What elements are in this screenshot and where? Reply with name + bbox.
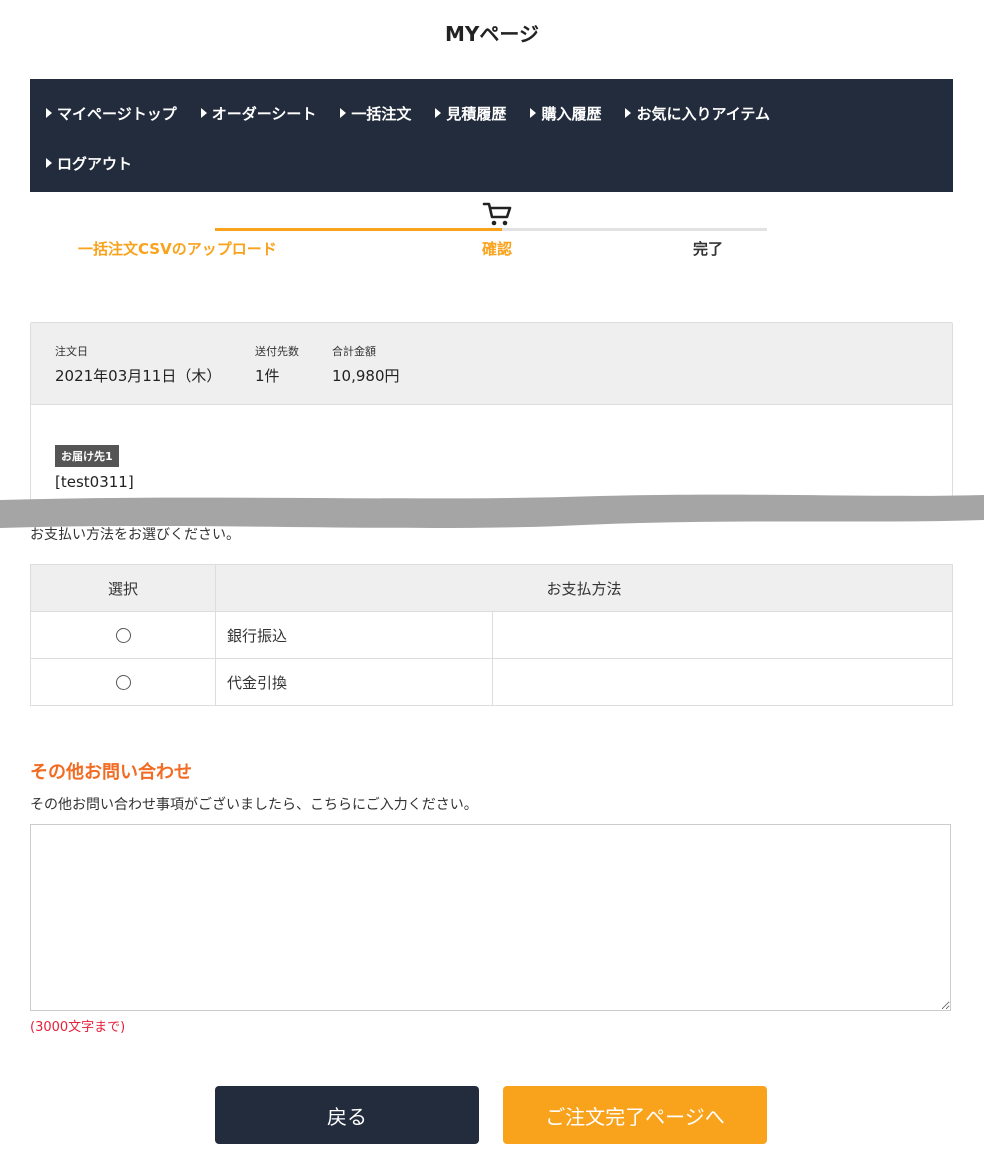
nav-item-favorites[interactable]: お気に入りアイテム (625, 103, 770, 124)
nav-item-label: お気に入りアイテム (636, 104, 770, 123)
select-cell (30, 658, 216, 706)
nav-item-label: 一括注文 (351, 104, 412, 123)
triangle-right-icon (46, 158, 52, 168)
payment-table: 選択 お支払方法 銀行振込 代金引換 (30, 564, 953, 706)
col-method: お支払方法 (215, 564, 953, 612)
select-cell (30, 611, 216, 659)
nav-item-label: マイページトップ (57, 104, 177, 123)
step-confirm: 確認 (482, 240, 513, 258)
destination-name: [test0311] (55, 473, 134, 491)
triangle-right-icon (530, 108, 537, 118)
nav-item-purchase-history[interactable]: 購入履歴 (530, 103, 601, 124)
nav-item-order-sheet[interactable]: オーダーシート (200, 103, 317, 124)
total-value: 10,980円 (332, 367, 400, 385)
nav-item-label: 見積履歴 (446, 104, 507, 123)
nav-item-label: ログアウト (57, 154, 133, 173)
order-summary-header: 注文日 2021年03月11日（木） 送付先数 1件 合計金額 10,980円 (31, 323, 952, 405)
method-detail (492, 658, 953, 706)
destination-badge: お届け先1 (55, 445, 119, 467)
nav-row-2: ログアウト (46, 147, 937, 179)
main-nav: マイページトップ オーダーシート 一括注文 見積履歴 購入履歴 お気に入りアイテ… (30, 79, 953, 192)
order-complete-button[interactable]: ご注文完了ページへ (503, 1086, 767, 1144)
triangle-right-icon (340, 108, 347, 118)
dest-count-block: 送付先数 1件 (255, 343, 299, 386)
triangle-right-icon (200, 108, 207, 118)
dest-count-label: 送付先数 (255, 345, 299, 358)
nav-item-logout[interactable]: ログアウト (46, 153, 132, 174)
col-select: 選択 (30, 564, 216, 612)
step-progress-track (215, 228, 767, 231)
char-limit-note: (3000文字まで) (30, 1020, 126, 1035)
other-inquiry-title: その他お問い合わせ (30, 762, 192, 783)
method-name: 代金引換 (215, 658, 493, 706)
order-date-label: 注文日 (55, 345, 88, 358)
triangle-right-icon (46, 108, 52, 118)
order-summary: 注文日 2021年03月11日（木） 送付先数 1件 合計金額 10,980円 … (30, 322, 953, 506)
order-date-block: 注文日 2021年03月11日（木） (55, 343, 221, 386)
step-upload-csv: 一括注文CSVのアップロード (78, 240, 277, 258)
triangle-right-icon (625, 108, 632, 118)
payment-prompt: お支払い方法をお選びください。 (30, 527, 240, 543)
order-steps: 一括注文CSVのアップロード 確認 完了 (0, 198, 984, 268)
total-block: 合計金額 10,980円 (332, 343, 400, 386)
dest-count-value: 1件 (255, 367, 280, 385)
cart-icon (482, 202, 512, 226)
nav-item-bulk-order[interactable]: 一括注文 (340, 103, 411, 124)
payment-table-header: 選択 お支払方法 (30, 564, 953, 612)
nav-item-label: 購入履歴 (541, 104, 602, 123)
nav-row-1: マイページトップ オーダーシート 一括注文 見積履歴 購入履歴 お気に入りアイテ… (46, 97, 937, 129)
page-title: MYページ (445, 22, 539, 46)
nav-item-mypage-top[interactable]: マイページトップ (46, 103, 177, 124)
step-progress-fill (215, 228, 503, 231)
triangle-right-icon (435, 108, 442, 118)
total-label: 合計金額 (332, 345, 376, 358)
back-button[interactable]: 戻る (215, 1086, 479, 1144)
other-inquiry-textarea[interactable] (30, 824, 951, 1011)
method-detail (492, 611, 953, 659)
order-date-value: 2021年03月11日（木） (55, 367, 222, 385)
method-name: 銀行振込 (215, 611, 493, 659)
table-row: 代金引換 (30, 658, 953, 706)
nav-item-quote-history[interactable]: 見積履歴 (435, 103, 506, 124)
cash-on-delivery-radio[interactable] (115, 675, 131, 690)
table-row: 銀行振込 (30, 611, 953, 659)
step-complete: 完了 (693, 240, 724, 258)
other-inquiry-description: その他お問い合わせ事項がございましたら、こちらにご入力ください。 (30, 797, 478, 813)
nav-item-label: オーダーシート (211, 104, 317, 123)
bank-transfer-radio[interactable] (115, 628, 131, 643)
